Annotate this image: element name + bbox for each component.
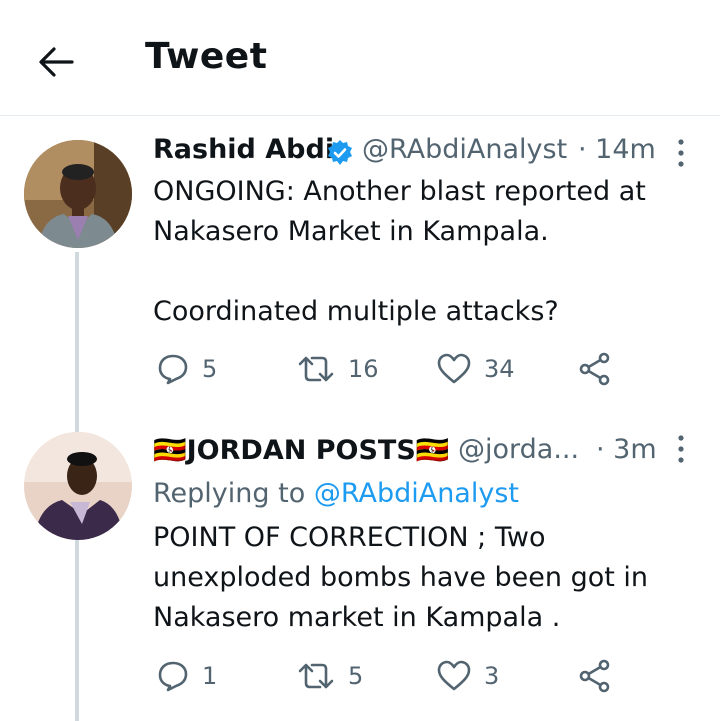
retweet-icon xyxy=(298,356,334,382)
author-handle[interactable]: @RAbdiAnalyst xyxy=(362,134,567,165)
retweet-button[interactable]: 5 xyxy=(296,659,363,693)
retweet-count: 16 xyxy=(348,355,379,383)
like-button[interactable]: 34 xyxy=(436,352,515,386)
share-icon xyxy=(579,659,610,693)
share-icon xyxy=(579,352,610,386)
author-handle[interactable]: @jorda... xyxy=(458,434,579,465)
page-title: Tweet xyxy=(145,36,268,77)
tweet-time: · 14m xyxy=(578,134,656,165)
retweet-count: 5 xyxy=(348,662,364,690)
heart-icon xyxy=(437,353,471,384)
uganda-flag-emoji: 🇺🇬 xyxy=(153,435,187,466)
top-app-bar: Tweet xyxy=(0,0,720,116)
tweet-text-line: ONGOING: Another blast reported at xyxy=(153,176,646,207)
replying-prefix: Replying to xyxy=(153,478,306,509)
reply-icon xyxy=(158,354,188,385)
more-vertical-icon[interactable] xyxy=(676,434,686,464)
verified-badge-icon xyxy=(328,140,352,165)
uganda-flag-emoji: 🇺🇬 xyxy=(415,435,450,466)
share-button[interactable] xyxy=(578,352,612,386)
heart-icon xyxy=(437,660,471,691)
tweet-text-line: Nakasero Market in Kampala. xyxy=(153,216,549,247)
reply-icon xyxy=(158,661,188,692)
tweet-text: ONGOING: Another blast reported at Nakas… xyxy=(153,172,646,332)
retweet-icon xyxy=(298,663,334,689)
reply-button[interactable]: 1 xyxy=(156,659,217,693)
retweet-button[interactable]: 16 xyxy=(296,352,379,386)
author-name[interactable]: 🇺🇬JORDAN POSTS🇺🇬 xyxy=(153,434,449,466)
reply-button[interactable]: 5 xyxy=(156,352,217,386)
tweet-text-line: Nakasero market in Kampala . xyxy=(153,602,561,633)
reply-count: 5 xyxy=(202,355,218,383)
author-name-text: JORDAN POSTS xyxy=(186,435,416,466)
tweet-text: POINT OF CORRECTION ; Two unexploded bom… xyxy=(153,518,648,638)
like-count: 3 xyxy=(484,662,500,690)
replying-to-link[interactable]: @RAbdiAnalyst xyxy=(314,478,519,509)
more-vertical-icon[interactable] xyxy=(676,138,686,168)
avatar-rashid-abdi[interactable] xyxy=(24,140,132,248)
tweet-text-line: Coordinated multiple attacks? xyxy=(153,296,559,327)
like-button[interactable]: 3 xyxy=(436,659,499,693)
avatar-jordan-posts[interactable] xyxy=(24,432,132,540)
tweet-text-line: unexploded bombs have been got in xyxy=(153,562,649,593)
author-name[interactable]: Rashid Abdi xyxy=(153,134,334,165)
replying-to: Replying to @RAbdiAnalyst xyxy=(153,478,519,509)
tweet-text-line: POINT OF CORRECTION ; Two xyxy=(153,522,546,553)
reply-count: 1 xyxy=(202,662,218,690)
tweet-time: · 3m xyxy=(596,434,657,465)
like-count: 34 xyxy=(484,355,515,383)
back-arrow-icon[interactable] xyxy=(34,40,78,84)
share-button[interactable] xyxy=(578,659,612,693)
